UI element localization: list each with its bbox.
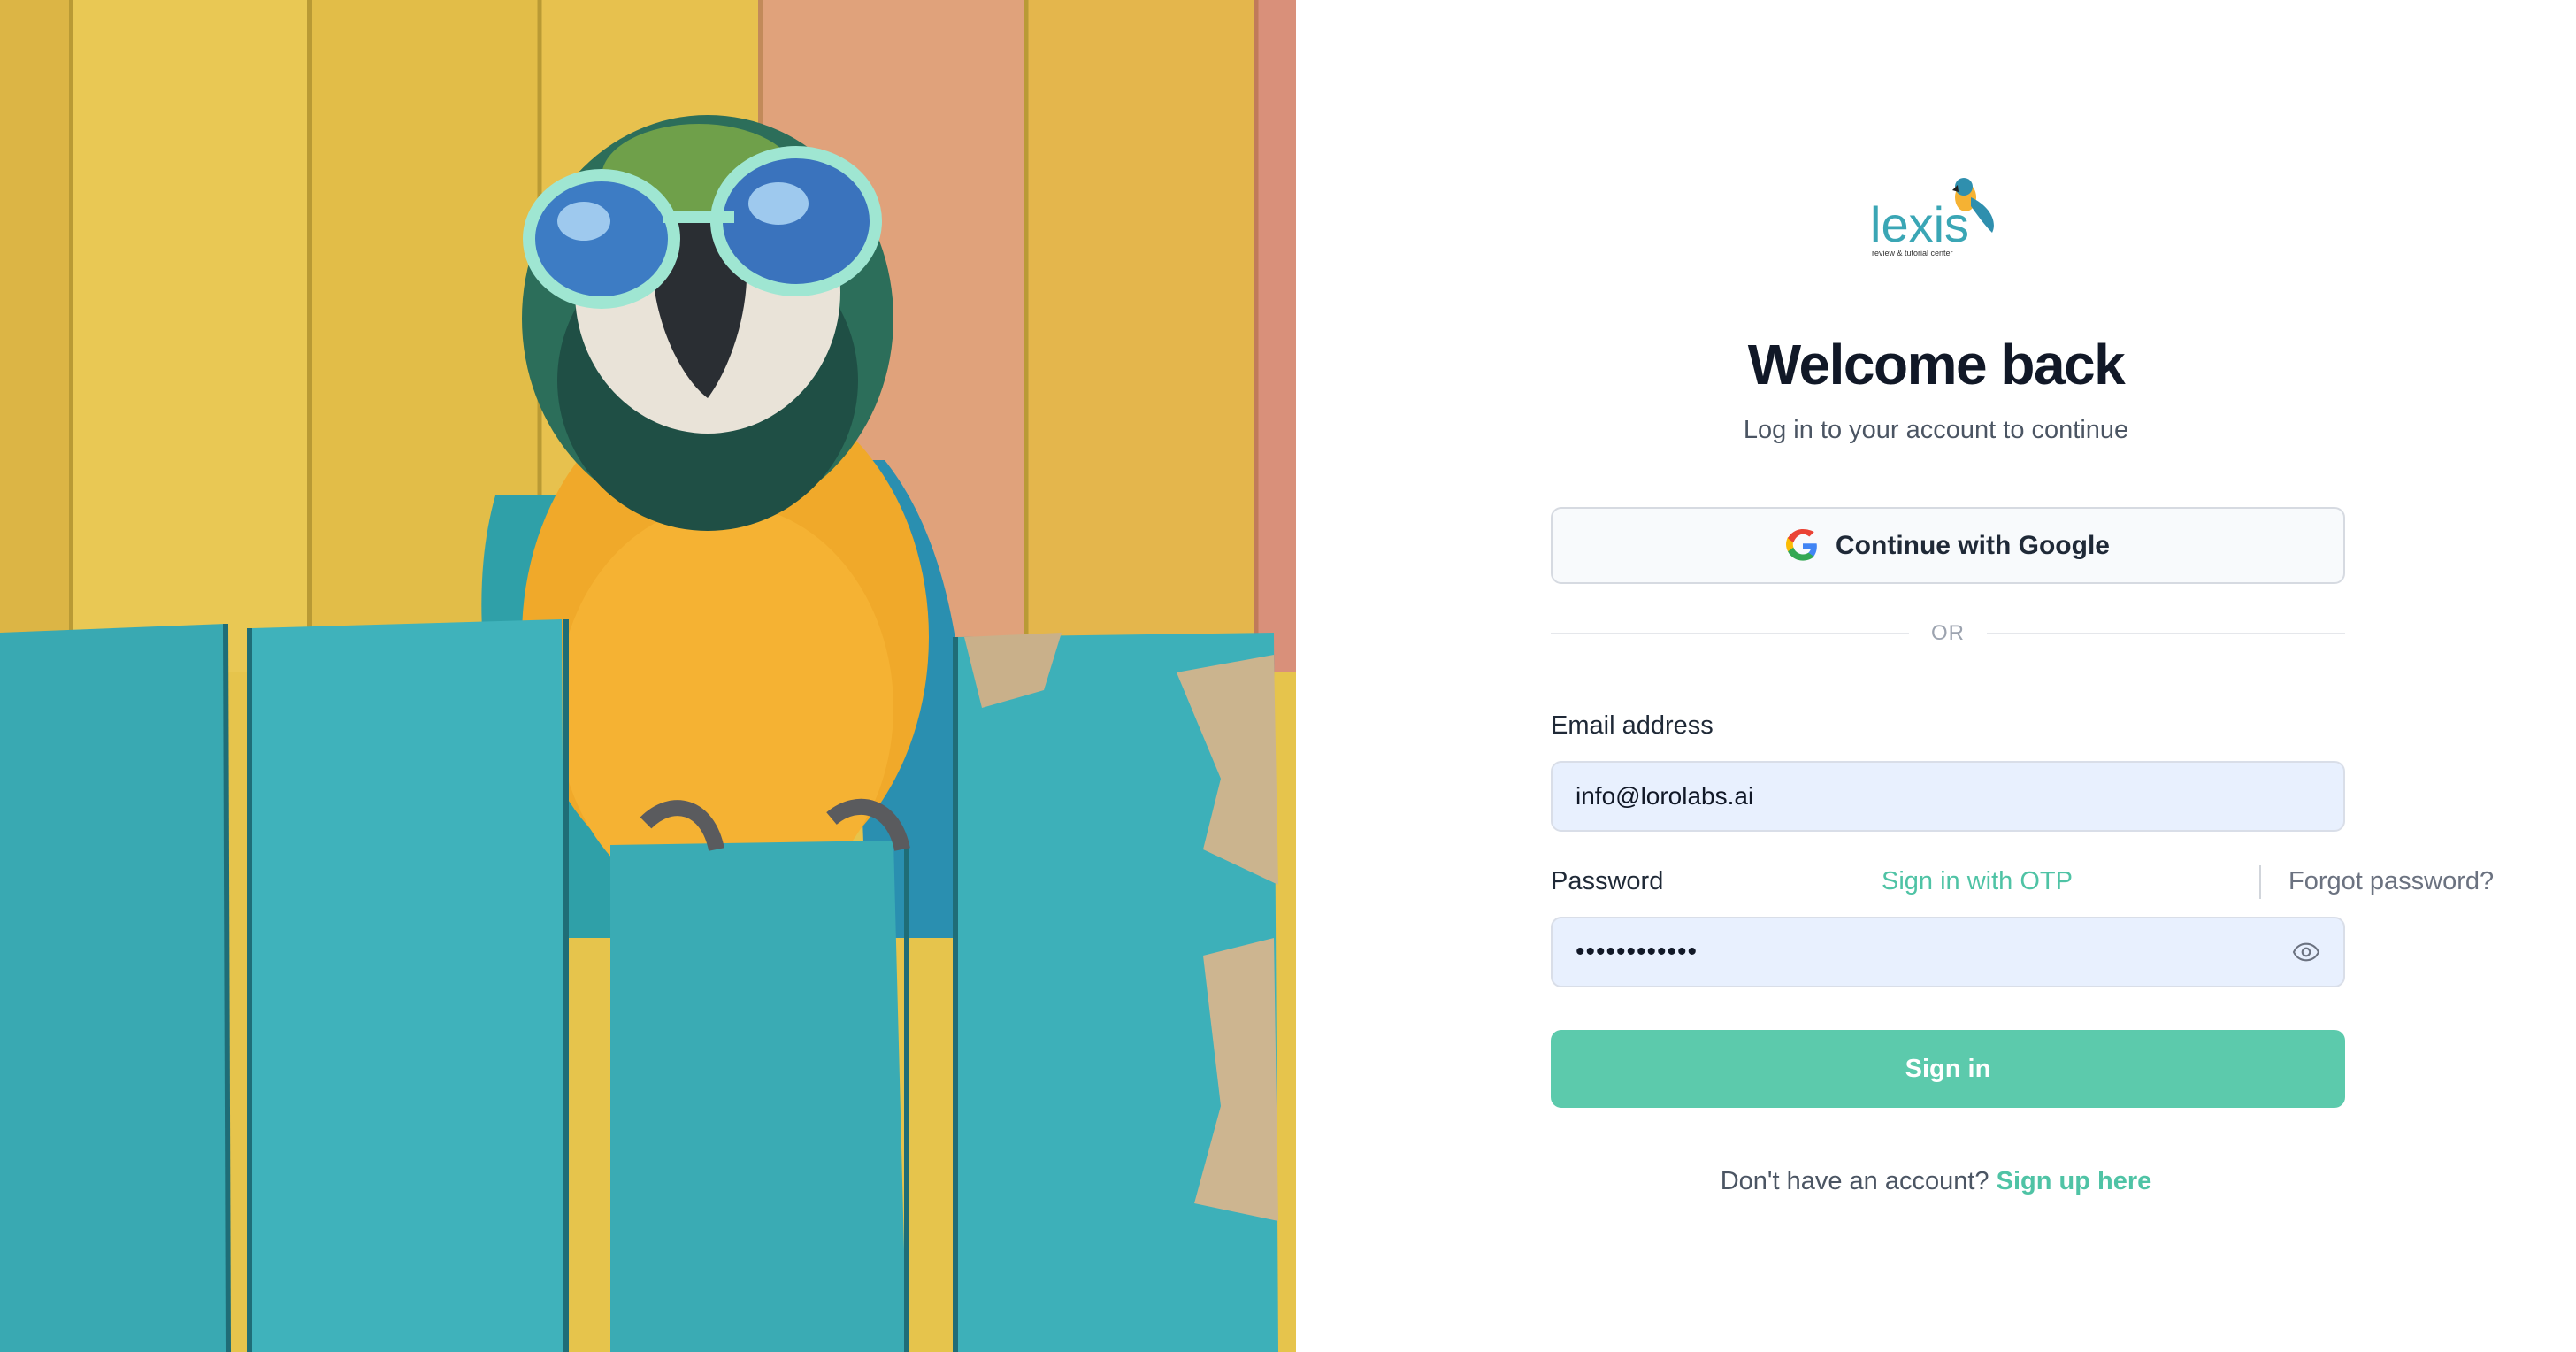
- login-page: lexis review & tutorial center Welcome b…: [0, 0, 2576, 1352]
- brand-logo: lexis review & tutorial center: [1867, 171, 1999, 259]
- sign-in-with-otp-link[interactable]: Sign in with OTP: [1882, 867, 2073, 896]
- page-subtitle: Log in to your account to continue: [1743, 416, 2129, 444]
- login-panel: lexis review & tutorial center Welcome b…: [1296, 0, 2576, 1352]
- signup-prompt-text: Don't have an account?: [1720, 1167, 1990, 1195]
- eye-icon[interactable]: [2292, 938, 2320, 966]
- link-separator: [2259, 865, 2261, 899]
- hero-image: [0, 0, 1296, 1352]
- password-label: Password: [1551, 867, 1664, 895]
- email-field[interactable]: info@lorolabs.ai: [1551, 761, 2345, 832]
- google-icon: [1786, 528, 1817, 561]
- email-label: Email address: [1551, 711, 1714, 740]
- password-value: ••••••••••••: [1576, 937, 1698, 966]
- svg-text:lexis: lexis: [1870, 196, 1969, 252]
- email-value: info@lorolabs.ai: [1576, 782, 1754, 810]
- svg-text:review & tutorial center: review & tutorial center: [1872, 249, 1953, 257]
- signup-prompt: Don't have an account? Sign up here: [1296, 1167, 2576, 1196]
- lexis-logo-icon: lexis review & tutorial center: [1870, 178, 1994, 257]
- password-field[interactable]: ••••••••••••: [1551, 917, 2345, 987]
- sign-in-button[interactable]: Sign in: [1551, 1030, 2345, 1108]
- divider-line-right: [1987, 633, 2345, 634]
- sign-up-link[interactable]: Sign up here: [1997, 1167, 2152, 1195]
- or-divider: OR: [1551, 619, 2345, 646]
- parrot-illustration: [0, 0, 1296, 1352]
- page-title: Welcome back: [1747, 333, 2126, 396]
- continue-with-google-button[interactable]: Continue with Google: [1551, 507, 2345, 584]
- forgot-password-link[interactable]: Forgot password?: [2288, 867, 2494, 896]
- continue-with-google-label: Continue with Google: [1836, 530, 2110, 560]
